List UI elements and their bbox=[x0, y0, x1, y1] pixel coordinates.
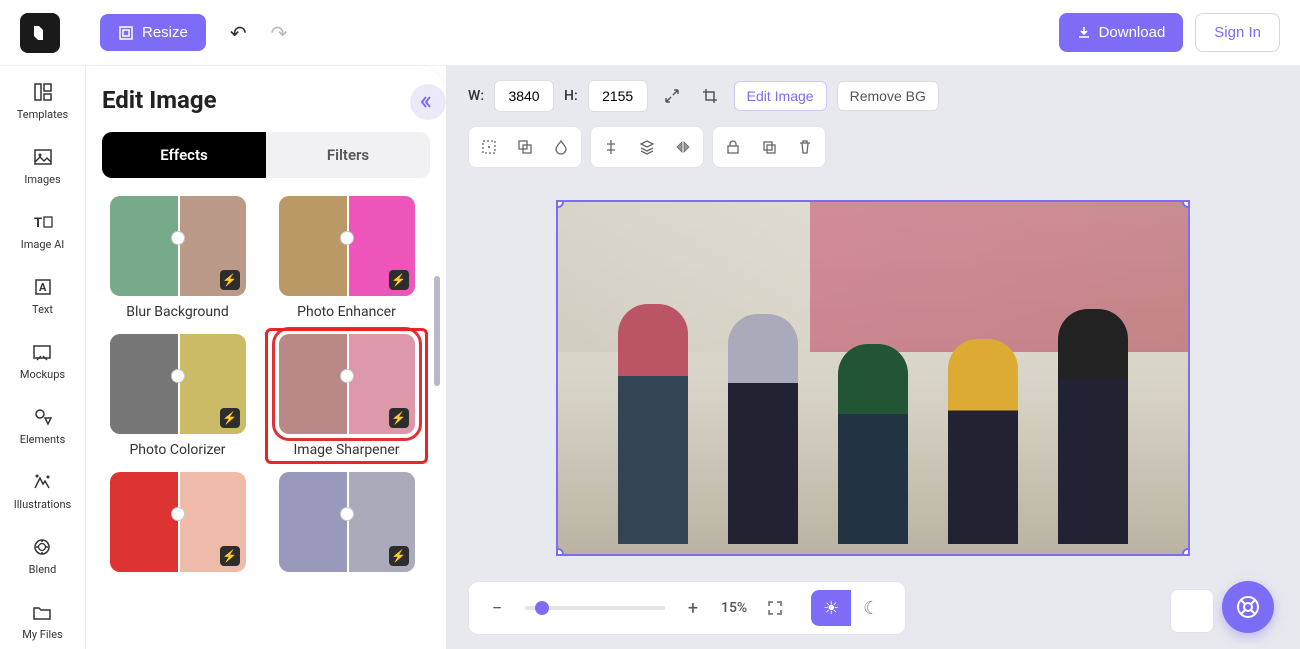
nav-elements[interactable]: Elements bbox=[16, 401, 70, 450]
text-icon: A bbox=[31, 275, 55, 299]
canvas-area: W: H: Edit Image Remove BG bbox=[446, 66, 1300, 649]
sidebar-title: Edit Image bbox=[102, 86, 430, 114]
help-button[interactable] bbox=[1222, 581, 1274, 633]
templates-icon bbox=[31, 80, 55, 104]
effect-thumb: ⚡ bbox=[110, 196, 246, 296]
zoom-out-button[interactable]: − bbox=[483, 594, 511, 622]
bolt-icon: ⚡ bbox=[220, 546, 240, 566]
lock-icon[interactable] bbox=[717, 131, 749, 163]
copy-icon[interactable] bbox=[753, 131, 785, 163]
resize-handle-br[interactable] bbox=[1182, 548, 1190, 556]
nav-illustrations[interactable]: Illustrations bbox=[10, 466, 75, 515]
zoom-percent: 15% bbox=[721, 600, 747, 616]
effect-thumb: ⚡ bbox=[279, 472, 415, 572]
app-logo[interactable] bbox=[20, 13, 60, 53]
effect-image-sharpener[interactable]: ⚡ Image Sharpener bbox=[271, 334, 422, 458]
bolt-icon: ⚡ bbox=[220, 408, 240, 428]
edit-image-button[interactable]: Edit Image bbox=[734, 81, 827, 111]
effect-thumb: ⚡ bbox=[279, 334, 415, 434]
align-icon[interactable] bbox=[595, 131, 627, 163]
effect-thumb: ⚡ bbox=[110, 334, 246, 434]
bolt-icon: ⚡ bbox=[389, 270, 409, 290]
canvas-image[interactable] bbox=[556, 200, 1190, 556]
effect-thumb: ⚡ bbox=[110, 472, 246, 572]
nav-text[interactable]: A Text bbox=[27, 271, 59, 320]
theme-light-button[interactable]: ☀ bbox=[811, 590, 851, 626]
opacity-icon[interactable] bbox=[509, 131, 541, 163]
image-ai-icon: T bbox=[31, 210, 55, 234]
effect-card[interactable]: ⚡ bbox=[271, 472, 422, 580]
bolt-icon: ⚡ bbox=[389, 408, 409, 428]
tab-filters[interactable]: Filters bbox=[266, 132, 430, 178]
width-label: W: bbox=[468, 88, 484, 104]
tab-effects[interactable]: Effects bbox=[102, 132, 266, 178]
position-icon[interactable] bbox=[473, 131, 505, 163]
images-icon bbox=[31, 145, 55, 169]
blend-icon bbox=[30, 535, 54, 559]
bolt-icon: ⚡ bbox=[389, 546, 409, 566]
mockups-icon bbox=[30, 340, 54, 364]
resize-icon bbox=[118, 25, 134, 41]
sidebar-tabs: Effects Filters bbox=[102, 132, 430, 178]
left-nav: Templates Images T Image AI A Text Mocku… bbox=[0, 66, 86, 649]
nav-templates[interactable]: Templates bbox=[13, 76, 72, 125]
effect-photo-colorizer[interactable]: ⚡ Photo Colorizer bbox=[102, 334, 253, 458]
effect-thumb: ⚡ bbox=[279, 196, 415, 296]
resize-button[interactable]: Resize bbox=[100, 14, 206, 51]
redo-button[interactable]: ↷ bbox=[271, 21, 288, 45]
resize-label: Resize bbox=[142, 24, 188, 41]
svg-text:A: A bbox=[39, 281, 47, 294]
delete-icon[interactable] bbox=[789, 131, 821, 163]
download-label: Download bbox=[1099, 24, 1166, 41]
flip-icon[interactable] bbox=[667, 131, 699, 163]
moon-icon: ☾ bbox=[863, 598, 879, 619]
effect-card[interactable]: ⚡ bbox=[102, 472, 253, 580]
height-label: H: bbox=[564, 88, 578, 104]
sidebar-panel: Edit Image Effects Filters ⚡ Blur Backgr… bbox=[86, 66, 446, 649]
crop-icon[interactable] bbox=[696, 82, 724, 110]
width-input[interactable] bbox=[494, 80, 554, 112]
nav-images[interactable]: Images bbox=[20, 141, 64, 190]
effects-scrollbar[interactable] bbox=[434, 276, 440, 556]
zoom-in-button[interactable]: + bbox=[679, 594, 707, 622]
effect-blur-background[interactable]: ⚡ Blur Background bbox=[102, 196, 253, 320]
collapse-sidebar-button[interactable] bbox=[410, 84, 446, 120]
remove-bg-button[interactable]: Remove BG bbox=[837, 81, 939, 111]
fullscreen-icon[interactable] bbox=[761, 594, 789, 622]
elements-icon bbox=[31, 405, 55, 429]
signin-button[interactable]: Sign In bbox=[1195, 13, 1280, 52]
chevron-left-icon bbox=[419, 93, 437, 111]
illustrations-icon bbox=[30, 470, 54, 494]
lifebuoy-icon bbox=[1235, 594, 1261, 620]
download-button[interactable]: Download bbox=[1059, 13, 1184, 52]
bolt-icon: ⚡ bbox=[220, 270, 240, 290]
panel-card[interactable] bbox=[1170, 589, 1214, 633]
nav-mockups[interactable]: Mockups bbox=[16, 336, 69, 385]
zoom-slider[interactable] bbox=[525, 606, 665, 610]
effect-photo-enhancer[interactable]: ⚡ Photo Enhancer bbox=[271, 196, 422, 320]
drop-icon[interactable] bbox=[545, 131, 577, 163]
undo-button[interactable]: ↶ bbox=[230, 21, 247, 45]
nav-blend[interactable]: Blend bbox=[25, 531, 61, 580]
download-icon bbox=[1077, 26, 1091, 40]
sun-icon: ☀ bbox=[823, 598, 839, 619]
height-input[interactable] bbox=[588, 80, 648, 112]
svg-text:T: T bbox=[34, 216, 42, 231]
layers-icon[interactable] bbox=[631, 131, 663, 163]
nav-image-ai[interactable]: T Image AI bbox=[17, 206, 69, 255]
expand-icon[interactable] bbox=[658, 82, 686, 110]
nav-my-files[interactable]: My Files bbox=[18, 596, 66, 645]
theme-dark-button[interactable]: ☾ bbox=[851, 590, 891, 626]
folder-icon bbox=[30, 600, 54, 624]
